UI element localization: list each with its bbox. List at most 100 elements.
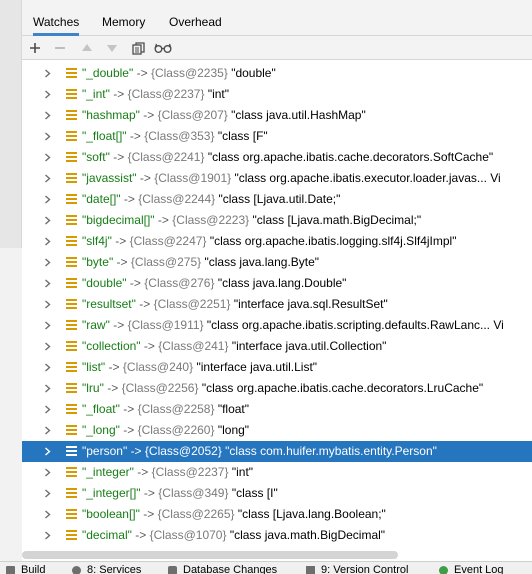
database-changes-tab[interactable]: Database Changes [168,564,277,574]
chevron-right-icon[interactable] [43,426,52,435]
watch-row[interactable]: "date[]" -> {Class@2244} "class [Ljava.u… [22,189,532,210]
watch-class-ref: {Class@2258} [137,402,215,416]
watch-arrow: -> [108,360,120,374]
chevron-right-icon[interactable] [43,69,52,78]
tab-watches[interactable]: Watches [33,0,80,36]
watch-row[interactable]: "_integer" -> {Class@2237} "int" [22,462,532,483]
chevron-right-icon[interactable] [43,447,52,456]
watch-value: "class java.lang.Byte" [204,255,320,269]
watch-name: "collection" [82,339,141,353]
remove-watch-button[interactable] [50,36,70,60]
watch-name: "raw" [82,318,110,332]
move-up-button[interactable] [77,36,97,60]
watch-row[interactable]: "javassist" -> {Class@1901} "class org.a… [22,168,532,189]
watch-value: "class org.apache.ibatis.cache.decorator… [201,381,484,395]
watch-row[interactable]: "_double[]" -> {Class@352} "class [D" [22,546,532,550]
tab-memory[interactable]: Memory [102,0,145,36]
watch-arrow: -> [135,528,147,542]
watch-row[interactable]: "person" -> {Class@2052} "class com.huif… [22,441,532,462]
watches-tree[interactable]: "_double" -> {Class@2235} "double" "_int"… [22,61,532,550]
watch-arrow: -> [130,444,142,458]
chevron-right-icon[interactable] [43,342,52,351]
chevron-right-icon[interactable] [43,237,52,246]
watch-row[interactable]: "slf4j" -> {Class@2247} "class org.apach… [22,231,532,252]
tab-bar: Watches Memory Overhead [22,0,532,36]
watch-value: "int" [207,87,230,101]
move-down-button[interactable] [102,36,122,60]
watch-row[interactable]: "_long" -> {Class@2260} "long" [22,420,532,441]
watch-arrow: -> [143,486,155,500]
chevron-right-icon[interactable] [43,132,52,141]
horizontal-scrollbar[interactable] [22,551,398,559]
chevron-right-icon[interactable] [43,468,52,477]
chevron-right-icon[interactable] [43,531,52,540]
chevron-right-icon[interactable] [43,405,52,414]
services-tab[interactable]: 8: Services [72,564,141,574]
chevron-right-icon[interactable] [43,489,52,498]
chevron-right-icon[interactable] [43,510,52,519]
watch-row[interactable]: "byte" -> {Class@275} "class java.lang.B… [22,252,532,273]
watch-arrow: -> [113,150,125,164]
watch-value: "double" [231,66,276,80]
watch-arrow: -> [123,192,135,206]
chevron-right-icon[interactable] [43,384,52,393]
chevron-right-icon[interactable] [43,300,52,309]
watch-row[interactable]: "_int" -> {Class@2237} "int" [22,84,532,105]
watch-row[interactable]: "double" -> {Class@276} "class java.lang… [22,273,532,294]
watch-row[interactable]: "resultset" -> {Class@2251} "interface j… [22,294,532,315]
watch-row-text: "_float[]" -> {Class@353} "class [F" [82,126,268,147]
watch-row[interactable]: "_float[]" -> {Class@353} "class [F" [22,126,532,147]
watch-arrow: -> [139,171,151,185]
show-watches-button[interactable] [153,36,173,60]
variable-icon [66,131,77,142]
watch-arrow: -> [143,507,155,521]
watch-row-text: "double" -> {Class@276} "class java.lang… [82,273,346,294]
chevron-right-icon[interactable] [43,111,52,120]
watch-row[interactable]: "boolean[]" -> {Class@2265} "class [Ljav… [22,504,532,525]
watch-row-text: "javassist" -> {Class@1901} "class org.a… [82,168,501,189]
chevron-right-icon[interactable] [43,363,52,372]
watch-name: "hashmap" [82,108,140,122]
watch-name: "javassist" [82,171,137,185]
chevron-right-icon[interactable] [43,258,52,267]
version-control-label: 9: Version Control [321,564,409,574]
copy-button[interactable] [128,36,148,60]
watch-row[interactable]: "bigdecimal[]" -> {Class@2223} "class [L… [22,210,532,231]
add-watch-button[interactable] [25,36,45,60]
watch-class-ref: {Class@2260} [137,423,215,437]
chevron-right-icon[interactable] [43,174,52,183]
chevron-right-icon[interactable] [43,90,52,99]
watch-row[interactable]: "_float" -> {Class@2258} "float" [22,399,532,420]
database-icon [168,565,177,574]
watch-row[interactable]: "collection" -> {Class@241} "interface j… [22,336,532,357]
watch-row-text: "date[]" -> {Class@2244} "class [Ljava.u… [82,189,340,210]
watch-row[interactable]: "_integer[]" -> {Class@349} "class [I" [22,483,532,504]
chevron-right-icon[interactable] [43,216,52,225]
watch-row-text: "person" -> {Class@2052} "class com.huif… [82,441,437,462]
watch-row[interactable]: "soft" -> {Class@2241} "class org.apache… [22,147,532,168]
event-log-tab[interactable]: Event Log [439,564,504,574]
chevron-right-icon[interactable] [43,153,52,162]
watch-row[interactable]: "hashmap" -> {Class@207} "class java.uti… [22,105,532,126]
build-tab[interactable]: Build [6,564,45,574]
watch-name: "_int" [82,87,110,101]
event-log-icon [439,565,448,574]
watch-row[interactable]: "_double" -> {Class@2235} "double" [22,63,532,84]
arrow-up-icon [82,44,92,51]
watch-name: "double" [82,276,127,290]
tab-overhead[interactable]: Overhead [169,0,222,36]
watch-value: "class java.util.HashMap" [231,108,366,122]
watch-row[interactable]: "list" -> {Class@240} "interface java.ut… [22,357,532,378]
watch-value: "class [Ljava.util.Date;" [218,192,341,206]
watch-row[interactable]: "decimal" -> {Class@1070} "class java.ma… [22,525,532,546]
version-control-tab[interactable]: 9: Version Control [306,564,408,574]
watch-row[interactable]: "lru" -> {Class@2256} "class org.apache.… [22,378,532,399]
chevron-right-icon[interactable] [43,279,52,288]
watch-class-ref: {Class@1070} [149,528,227,542]
watch-row[interactable]: "raw" -> {Class@1911} "class org.apache.… [22,315,532,336]
watch-value: "class [F" [217,129,268,143]
watch-row-text: "resultset" -> {Class@2251} "interface j… [82,294,388,315]
chevron-right-icon[interactable] [43,321,52,330]
variable-icon [66,341,77,352]
chevron-right-icon[interactable] [43,195,52,204]
